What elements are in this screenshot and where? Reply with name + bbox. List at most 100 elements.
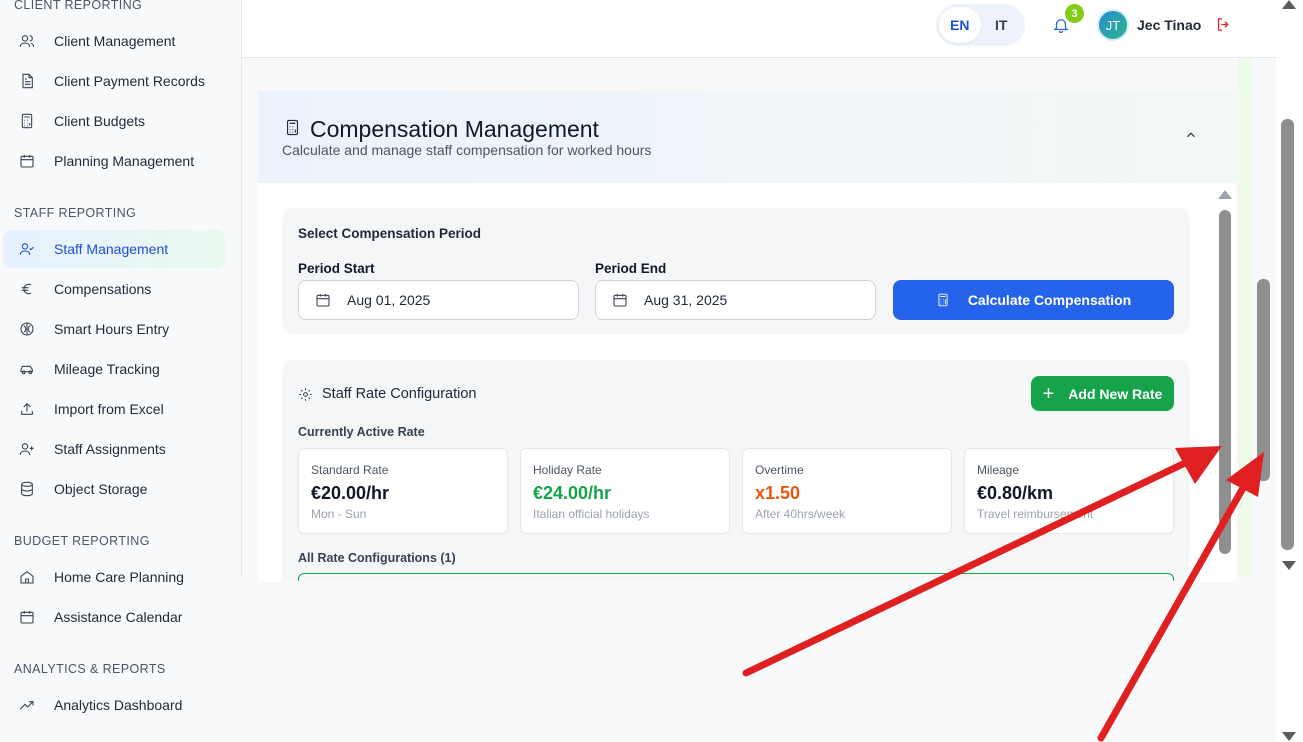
section-label-analytics-reports: ANALYTICS & REPORTS [14,662,166,676]
calendar-icon [18,152,36,170]
rate-card-value: x1.50 [755,483,801,503]
rate-card-label: Standard Rate [311,463,389,477]
card-header[interactable]: Compensation Management Calculate and ma… [258,91,1237,183]
sidebar-item-label: Compensations [54,281,152,297]
database-icon [18,480,36,498]
sidebar-item-assistance-calendar[interactable]: Assistance Calendar [3,598,225,636]
chevron-up-icon[interactable] [1184,128,1200,144]
sidebar-item-mileage-tracking[interactable]: Mileage Tracking [3,350,225,388]
period-start-field[interactable]: Aug 01, 2025 [298,280,579,320]
avatar[interactable]: JT [1097,9,1129,41]
plus-icon: + [1042,382,1055,405]
period-start-label: Period Start [298,261,375,276]
rate-card-sub: Travel reimbursement [977,507,1094,521]
trending-up-icon [18,696,36,714]
scroll-down-arrow-icon[interactable] [1282,561,1296,570]
scrollbar-thumb[interactable] [1281,119,1294,550]
rate-config-row[interactable] [298,573,1174,581]
sidebar-item-staff-management[interactable]: Staff Management [3,230,225,268]
sidebar-item-object-storage[interactable]: Object Storage [3,470,225,508]
calculator-icon [936,292,952,308]
sidebar-item-staff-assignments[interactable]: Staff Assignments [3,430,225,468]
scroll-up-arrow-icon[interactable] [1282,0,1296,9]
window-scrollbar[interactable] [1276,0,1303,742]
rate-card-sub: After 40hrs/week [755,507,846,521]
lower-panel: Home Care Planning Assistance Calendar A… [0,569,1276,742]
notification-badge: 3 [1065,4,1084,23]
page-subtitle: Calculate and manage staff compensation … [282,142,652,158]
calculator-icon [284,118,302,136]
sidebar-item-client-payment-records[interactable]: Client Payment Records [3,62,225,100]
rate-config-panel: Staff Rate Configuration + Add New Rate … [282,360,1190,581]
sidebar-item-client-budgets[interactable]: Client Budgets [3,102,225,140]
section-label-client-reporting: CLIENT REPORTING [14,0,143,12]
content-scrollbar[interactable] [1212,186,1238,576]
calendar-icon [612,292,628,308]
sidebar-item-label: Client Payment Records [54,73,205,89]
active-rate-label: Currently Active Rate [298,425,425,439]
rate-card-sub: Mon - Sun [311,507,367,521]
upload-icon [18,400,36,418]
user-name[interactable]: Jec Tinao [1137,17,1201,33]
language-switcher: EN IT [936,4,1025,46]
sidebar-item-analytics-dashboard[interactable]: Analytics Dashboard [3,686,225,724]
sidebar-item-compensations[interactable]: Compensations [3,270,225,308]
sidebar-item-smart-hours-entry[interactable]: Smart Hours Entry [3,310,225,348]
calculate-compensation-label: Calculate Compensation [967,292,1132,308]
sidebar-item-client-management[interactable]: Client Management [3,22,225,60]
calculate-compensation-button[interactable]: Calculate Compensation [893,280,1174,320]
all-rates-label: All Rate Configurations (1) [298,551,456,565]
scroll-down-arrow-icon[interactable] [1282,732,1296,741]
document-icon [18,72,36,90]
sidebar-item-label: Smart Hours Entry [54,321,170,337]
sidebar-item-planning-management[interactable]: Planning Management [3,142,225,180]
rate-card-overtime: Overtime x1.50 After 40hrs/week [742,448,952,534]
rate-card-holiday: Holiday Rate €24.00/hr Italian official … [520,448,730,534]
rate-card-label: Overtime [755,463,804,477]
sidebar-item-label: Staff Assignments [54,441,166,457]
rate-card-mileage: Mileage €0.80/km Travel reimbursement [964,448,1174,534]
calendar-icon [315,292,331,308]
users-icon [18,32,36,50]
scroll-up-arrow-icon[interactable] [1218,190,1232,199]
section-label-budget-reporting: BUDGET REPORTING [14,534,150,548]
scrollbar-thumb[interactable] [1219,210,1231,554]
rate-card-sub: Italian official holidays [533,507,650,521]
period-end-label: Period End [595,261,667,276]
home-icon [18,568,36,586]
brain-icon [18,320,36,338]
language-option-en[interactable]: EN [939,7,981,43]
sidebar-item-label: Assistance Calendar [54,609,183,625]
user-check-icon [18,240,36,258]
period-title: Select Compensation Period [298,226,482,241]
rate-config-title: Staff Rate Configuration [322,386,477,402]
decorative-strip [1238,58,1252,576]
car-icon [18,360,36,378]
sidebar-item-home-care-planning[interactable]: Home Care Planning [3,558,225,596]
rate-card-value: €0.80/km [977,483,1054,503]
sidebar-item-label: Planning Management [54,153,195,169]
calculator-icon [18,112,36,130]
euro-icon [18,280,36,298]
main-content: Compensation Management Calculate and ma… [242,58,1276,581]
period-end-value: Aug 31, 2025 [644,292,728,308]
sidebar-scrollbar-thumb[interactable] [1257,279,1270,481]
sidebar-item-label: Object Storage [54,481,148,497]
language-option-it[interactable]: IT [981,7,1023,43]
logout-icon[interactable] [1215,16,1233,34]
sidebar-item-label: Import from Excel [54,401,164,417]
sidebar-item-label: Home Care Planning [54,569,184,585]
sidebar-item-label: Staff Management [54,241,169,257]
sidebar-item-import-from-excel[interactable]: Import from Excel [3,390,225,428]
user-plus-icon [18,440,36,458]
gear-icon [298,387,314,403]
period-end-field[interactable]: Aug 31, 2025 [595,280,876,320]
sidebar-item-label: Client Budgets [54,113,146,129]
sidebar-item-label: Mileage Tracking [54,361,160,377]
sidebar-item-label: Client Management [54,33,176,49]
rate-card-standard: Standard Rate €20.00/hr Mon - Sun [298,448,508,534]
compensation-card: Compensation Management Calculate and ma… [258,91,1237,581]
rate-card-label: Mileage [977,463,1020,477]
add-new-rate-button[interactable]: + Add New Rate [1031,376,1174,411]
page-title: Compensation Management [310,116,599,142]
